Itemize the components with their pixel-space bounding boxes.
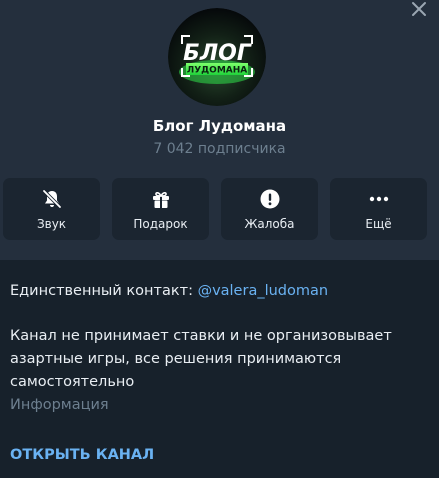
report-label: Жалоба xyxy=(244,217,295,231)
open-channel-button[interactable]: ОТКРЫТЬ КАНАЛ xyxy=(10,447,154,463)
report-button[interactable]: Жалоба xyxy=(221,178,318,240)
mute-label: Звук xyxy=(36,217,67,231)
mute-button[interactable]: Звук xyxy=(3,178,100,240)
bell-slash-icon xyxy=(42,189,62,209)
contact-link[interactable]: @valera_ludoman xyxy=(198,283,329,299)
close-icon xyxy=(412,2,426,16)
exclamation-icon xyxy=(260,189,280,209)
action-bar: Звук Подарок Жалоба Ещё xyxy=(3,178,436,240)
more-dots-icon xyxy=(369,196,389,202)
channel-avatar[interactable]: БЛОГ ЛУДОМАНА xyxy=(168,8,266,106)
subscriber-count: 7 042 подписчика xyxy=(153,141,286,157)
more-label: Ещё xyxy=(365,217,392,231)
info-label: Информация xyxy=(10,397,109,413)
more-button[interactable]: Ещё xyxy=(330,178,427,240)
avatar-title-text: БЛОГ xyxy=(183,41,252,66)
contact-prefix: Единственный контакт: xyxy=(10,283,198,299)
channel-description: Канал не принимает ставки и не организов… xyxy=(10,328,392,390)
contact-line: Единственный контакт: @valera_ludoman xyxy=(10,280,328,303)
close-button[interactable] xyxy=(409,0,429,20)
gift-icon xyxy=(153,192,169,208)
channel-header: БЛОГ ЛУДОМАНА Блог Лудомана 7 042 подпис… xyxy=(0,0,439,260)
avatar-subtitle-text: ЛУДОМАНА xyxy=(187,66,248,76)
channel-name: Блог Лудомана xyxy=(152,117,287,135)
gift-button[interactable]: Подарок xyxy=(112,178,209,240)
gift-label: Подарок xyxy=(133,217,188,231)
